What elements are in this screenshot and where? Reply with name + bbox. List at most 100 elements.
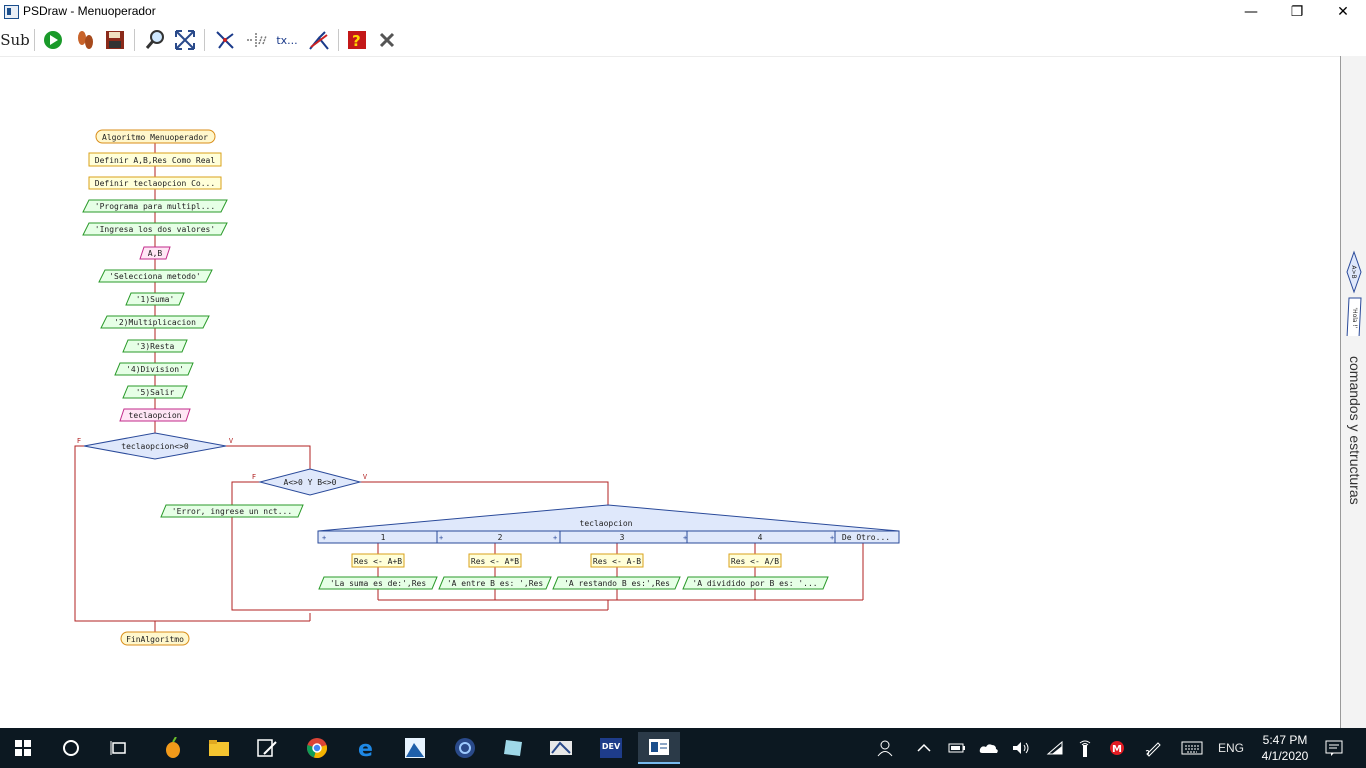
- step-button[interactable]: [72, 27, 98, 53]
- network-icon[interactable]: [1072, 736, 1098, 760]
- flow-arrows-icon: [216, 31, 234, 49]
- svg-text:'Selecciona metodo': 'Selecciona metodo': [109, 272, 201, 281]
- chrome-app[interactable]: [296, 732, 338, 764]
- input-block-2[interactable]: teclaopcion: [119, 408, 191, 422]
- svg-text:FinAlgoritmo: FinAlgoritmo: [126, 635, 184, 644]
- assign-block-2[interactable]: Res <- A*B: [468, 553, 522, 568]
- notes-app[interactable]: [492, 732, 534, 764]
- obs-app[interactable]: [444, 732, 486, 764]
- keyboard-icon[interactable]: [1178, 736, 1206, 760]
- case-output-1[interactable]: 'La suma es de:',Res: [318, 576, 438, 590]
- output-block-6[interactable]: '3)Resta: [122, 339, 188, 353]
- svg-text:'A restando B es:',Res: 'A restando B es:',Res: [564, 579, 670, 588]
- case-label: 1: [381, 533, 386, 542]
- notifications-icon[interactable]: [1320, 736, 1348, 760]
- decision-1[interactable]: teclaopcion<>0 F V: [77, 432, 234, 460]
- close-button[interactable]: ✕: [1320, 0, 1366, 24]
- output-thumbnail-icon[interactable]: 'Hola !': [1346, 297, 1362, 336]
- run-button[interactable]: [40, 27, 66, 53]
- photo-app[interactable]: [394, 732, 436, 764]
- pen-icon[interactable]: [1140, 736, 1166, 760]
- assign-block-1[interactable]: Res <- A+B: [351, 553, 405, 568]
- help-button[interactable]: ?: [344, 27, 370, 53]
- language-indicator[interactable]: ENG: [1214, 736, 1248, 760]
- svg-text:+: +: [683, 534, 687, 542]
- case-output-4[interactable]: 'A dividido por B es: '...: [682, 576, 829, 590]
- pseint-icon: [550, 741, 572, 755]
- flow-mode-button[interactable]: [212, 27, 238, 53]
- wifi-icon[interactable]: [1042, 736, 1068, 760]
- output-block-1[interactable]: 'Programa para multipl...: [82, 199, 228, 213]
- svg-text:Definir teclaopcion Co...: Definir teclaopcion Co...: [95, 179, 215, 188]
- define-block-1[interactable]: Definir A,B,Res Como Real: [88, 152, 222, 167]
- start-terminal[interactable]: Algoritmo Menuoperador: [95, 129, 216, 144]
- start-button[interactable]: [2, 732, 44, 764]
- output-block-8[interactable]: '5)Salir: [122, 385, 188, 399]
- case-output-2[interactable]: 'A entre B es: ',Res: [438, 576, 552, 590]
- people-icon[interactable]: [872, 736, 898, 760]
- output-block-5[interactable]: '2)Multiplicacion: [100, 315, 210, 329]
- system-clock[interactable]: 5:47 PM 4/1/2020: [1250, 732, 1320, 764]
- save-button[interactable]: [102, 27, 128, 53]
- decision-2[interactable]: A<>0 Y B<>0 F V: [252, 468, 368, 496]
- close-diagram-button[interactable]: [374, 27, 400, 53]
- zoom-button[interactable]: [142, 27, 168, 53]
- chevron-up-icon[interactable]: [912, 736, 936, 760]
- error-output-block[interactable]: 'Error, ingrese un nct...: [160, 504, 304, 518]
- svg-text:e: e: [358, 737, 373, 759]
- svg-text:Res <- A+B: Res <- A+B: [354, 557, 402, 566]
- search-button[interactable]: [50, 732, 92, 764]
- dev-cpp-icon: DEV: [600, 738, 622, 758]
- minimize-button[interactable]: —: [1228, 0, 1274, 24]
- comments-button[interactable]: [244, 27, 270, 53]
- edit-flow-button[interactable]: [306, 27, 332, 53]
- restore-button[interactable]: ❐: [1274, 0, 1320, 24]
- case-output-3[interactable]: 'A restando B es:',Res: [552, 576, 681, 590]
- battery-icon[interactable]: [944, 736, 970, 760]
- flowchart: Algoritmo Menuoperador Definir A,B,Res C…: [74, 129, 900, 646]
- psdraw-app-active[interactable]: [638, 732, 680, 764]
- svg-text:+: +: [322, 534, 326, 542]
- task-view-button[interactable]: [98, 732, 140, 764]
- fl-studio-app[interactable]: [152, 732, 194, 764]
- file-explorer-app[interactable]: [198, 732, 240, 764]
- case-label: 4: [758, 533, 763, 542]
- svg-text:M: M: [1112, 744, 1122, 755]
- output-block-2[interactable]: 'Ingresa los dos valores': [82, 222, 228, 236]
- svg-text:'5)Salir: '5)Salir: [136, 388, 175, 397]
- text-tool-button[interactable]: tx...: [274, 27, 300, 53]
- antivirus-icon[interactable]: M: [1104, 736, 1130, 760]
- panel-label[interactable]: comandos y estructuras: [1345, 356, 1363, 526]
- svg-text:'Hola !': 'Hola !': [1351, 307, 1358, 328]
- sub-icon[interactable]: Sub: [0, 27, 30, 53]
- volume-icon[interactable]: [1008, 736, 1034, 760]
- svg-text:'Error, ingrese un nct...: 'Error, ingrese un nct...: [172, 507, 292, 516]
- output-block-4[interactable]: '1)Suma': [125, 292, 185, 306]
- edge-app[interactable]: e: [346, 732, 388, 764]
- end-terminal[interactable]: FinAlgoritmo: [120, 631, 190, 646]
- assign-block-3[interactable]: Res <- A-B: [590, 553, 644, 568]
- output-block-3[interactable]: 'Selecciona metodo': [98, 269, 213, 283]
- output-block-7[interactable]: '4)Division': [114, 362, 194, 376]
- structures-panel[interactable]: A>B 'Hola !' comandos y estructuras: [1340, 56, 1366, 728]
- pseint-app[interactable]: [540, 732, 582, 764]
- svg-text:Definir A,B,Res Como Real: Definir A,B,Res Como Real: [95, 156, 216, 165]
- input-block-1[interactable]: A,B: [139, 246, 171, 260]
- fit-view-button[interactable]: [172, 27, 198, 53]
- svg-text:A>B: A>B: [1350, 265, 1357, 278]
- svg-text:'1)Suma': '1)Suma': [136, 295, 175, 304]
- svg-text:'A dividido por B es: '...: 'A dividido por B es: '...: [692, 579, 817, 588]
- decision-thumbnail-icon[interactable]: A>B: [1346, 250, 1362, 294]
- onedrive-icon[interactable]: [976, 736, 1002, 760]
- define-block-2[interactable]: Definir teclaopcion Co...: [88, 176, 222, 190]
- edge-icon: e: [358, 737, 373, 759]
- svg-text:V: V: [229, 437, 234, 445]
- devcpp-app[interactable]: DEV: [590, 732, 632, 764]
- edit-app[interactable]: [246, 732, 288, 764]
- case-label: 3: [620, 533, 625, 542]
- clock-time: 5:47 PM: [1262, 733, 1308, 747]
- diagram-canvas[interactable]: Algoritmo Menuoperador Definir A,B,Res C…: [0, 56, 1340, 729]
- switch-block[interactable]: teclaopcion + + + + + 1 2 3 4 De Otro...: [317, 504, 900, 544]
- assign-block-4[interactable]: Res <- A/B: [728, 553, 782, 568]
- svg-text:A<>0 Y B<>0: A<>0 Y B<>0: [284, 478, 337, 487]
